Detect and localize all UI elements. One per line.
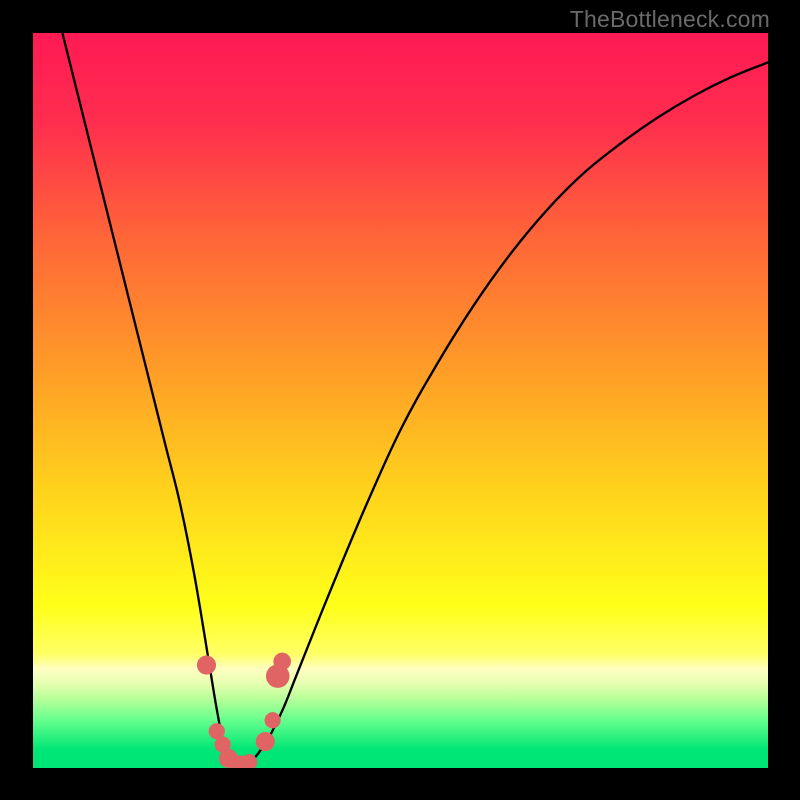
curve-marker xyxy=(273,653,291,671)
curve-marker xyxy=(256,732,275,751)
chart-frame: TheBottleneck.com xyxy=(0,0,800,800)
curve-marker xyxy=(197,656,216,675)
curve-layer xyxy=(33,33,768,768)
plot-area xyxy=(33,33,768,768)
curve-markers xyxy=(197,653,291,768)
bottleneck-curve xyxy=(62,33,768,768)
curve-marker xyxy=(265,712,281,728)
watermark-text: TheBottleneck.com xyxy=(570,6,770,33)
